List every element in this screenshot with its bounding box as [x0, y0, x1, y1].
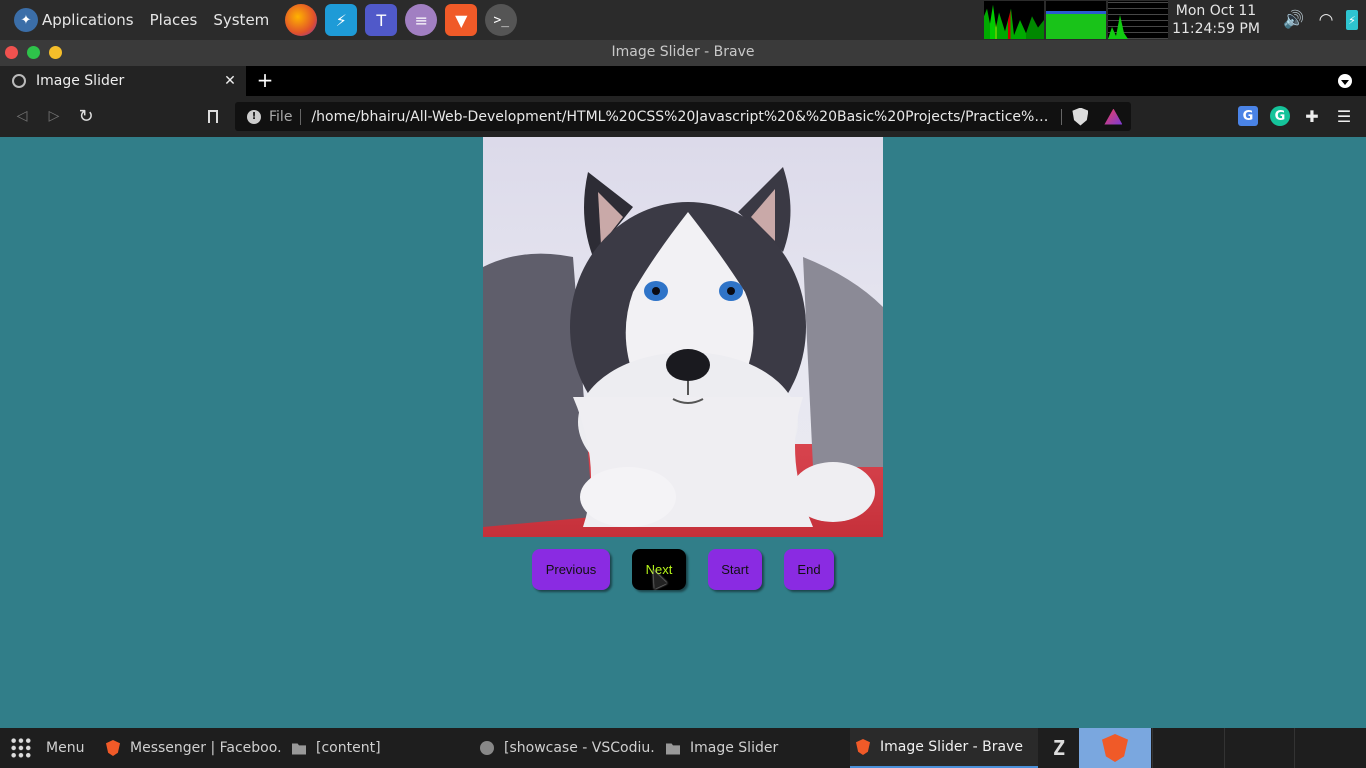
bookmark-button[interactable]	[204, 105, 222, 127]
volume-icon[interactable]: 🔊	[1282, 8, 1306, 32]
slider-image	[483, 137, 883, 537]
workspace-2[interactable]	[1224, 728, 1296, 768]
battery-icon[interactable]: ⚡	[1346, 10, 1358, 30]
brave-icon	[1102, 734, 1128, 762]
firefox-icon[interactable]	[285, 4, 318, 36]
task-image-slider-folder[interactable]: Image Slider	[666, 728, 846, 768]
info-icon[interactable]: !	[247, 109, 261, 124]
task-label: Messenger | Faceboo...	[130, 740, 282, 756]
slider-controls: Previous Next Start End	[0, 549, 1366, 591]
tab-strip: Image Slider ✕ +	[0, 66, 1366, 96]
previous-button[interactable]: Previous	[532, 549, 610, 590]
places-menu[interactable]: Places	[142, 0, 206, 40]
reload-button[interactable]: ↻	[75, 105, 97, 127]
distro-logo-icon: ✦	[14, 8, 38, 32]
clock-time: 11:24:59 PM	[1172, 21, 1260, 37]
task-vscodium[interactable]: [showcase - VSCodiu...	[480, 728, 656, 768]
workspace-3[interactable]	[1294, 728, 1366, 768]
brave-shields-icon[interactable]	[1072, 107, 1089, 126]
husky-puppy-image	[483, 167, 883, 527]
cpu-graph	[984, 1, 1044, 39]
start-menu-button[interactable]: Menu	[10, 728, 100, 768]
brave-icon	[856, 739, 870, 755]
window-title: Image Slider - Brave	[611, 44, 755, 60]
tab-close-button[interactable]: ✕	[222, 73, 238, 89]
brave-icon	[106, 740, 120, 756]
tab-image-slider[interactable]: Image Slider ✕	[0, 66, 246, 96]
brave-icon[interactable]: ▼	[445, 4, 478, 36]
bolt-icon[interactable]: ⚡	[325, 4, 358, 36]
url-text[interactable]: /home/bhairu/All-Web-Development/HTML%20…	[311, 109, 1051, 125]
system-tray: 🔊 ◠ ⚡	[1274, 0, 1358, 40]
start-menu-label: Menu	[46, 740, 85, 756]
page-content: Previous Next Start End	[0, 137, 1366, 728]
back-button[interactable]: ◁	[11, 105, 33, 127]
menu-icon[interactable]: ☰	[1334, 106, 1354, 126]
folder-icon	[666, 743, 680, 755]
bookmark-icon	[208, 109, 218, 123]
clock[interactable]: Mon Oct 11 11:24:59 PM	[1170, 2, 1262, 38]
taskbar: Menu Messenger | Faceboo... [content] [s…	[0, 728, 1366, 768]
task-content-folder[interactable]: [content]	[292, 728, 472, 768]
wifi-icon[interactable]: ◠	[1314, 8, 1338, 32]
task-brave-image-slider[interactable]: Image Slider - Brave	[850, 728, 1038, 768]
system-monitor	[984, 1, 1170, 39]
task-label: Image Slider	[690, 740, 779, 756]
task-label: [showcase - VSCodiu...	[504, 740, 656, 756]
address-bar[interactable]: ! File /home/bhairu/All-Web-Development/…	[235, 102, 1131, 131]
task-label: [content]	[316, 740, 381, 756]
applications-menu-label: Applications	[42, 11, 134, 29]
grammarly-icon[interactable]: G	[1270, 106, 1290, 126]
folder-icon	[292, 743, 306, 755]
tab-title: Image Slider	[36, 73, 125, 89]
pinned-brave-button[interactable]	[1079, 728, 1151, 768]
window-titlebar[interactable]: Image Slider - Brave	[0, 40, 1366, 66]
end-button[interactable]: End	[784, 549, 834, 590]
apps-grid-icon	[10, 737, 32, 759]
forward-button[interactable]: ▷	[43, 105, 65, 127]
workspace-1[interactable]	[1152, 728, 1224, 768]
url-scheme: File	[269, 108, 302, 125]
terminal-icon[interactable]: >_	[485, 4, 518, 36]
browser-toolbar: ◁ ▷ ↻ ! File /home/bhairu/All-Web-Develo…	[0, 96, 1366, 137]
text-editor-icon[interactable]: ≡	[405, 4, 438, 36]
brave-rewards-icon[interactable]	[1104, 108, 1123, 125]
clock-date: Mon Oct 11	[1175, 3, 1257, 19]
start-button[interactable]: Start	[708, 549, 762, 590]
task-label: Image Slider - Brave	[880, 739, 1024, 755]
vscodium-icon	[480, 741, 494, 755]
teams-icon[interactable]: T	[365, 4, 398, 36]
memory-graph	[1046, 1, 1106, 39]
extensions-icon[interactable]: ✚	[1302, 106, 1322, 126]
system-panel: ✦ Applications Places System ⚡ T ≡ ▼ >_ …	[0, 0, 1366, 40]
task-messenger[interactable]: Messenger | Faceboo...	[106, 728, 282, 768]
translate-icon[interactable]: G	[1238, 106, 1258, 126]
applications-menu[interactable]: ✦ Applications	[6, 0, 142, 40]
archive-manager-icon[interactable]: Z	[1039, 728, 1079, 768]
new-tab-button[interactable]: +	[254, 68, 276, 92]
tab-search-button[interactable]	[1338, 74, 1352, 88]
system-menu[interactable]: System	[205, 0, 277, 40]
network-graph	[1108, 1, 1168, 39]
globe-icon	[12, 74, 26, 88]
